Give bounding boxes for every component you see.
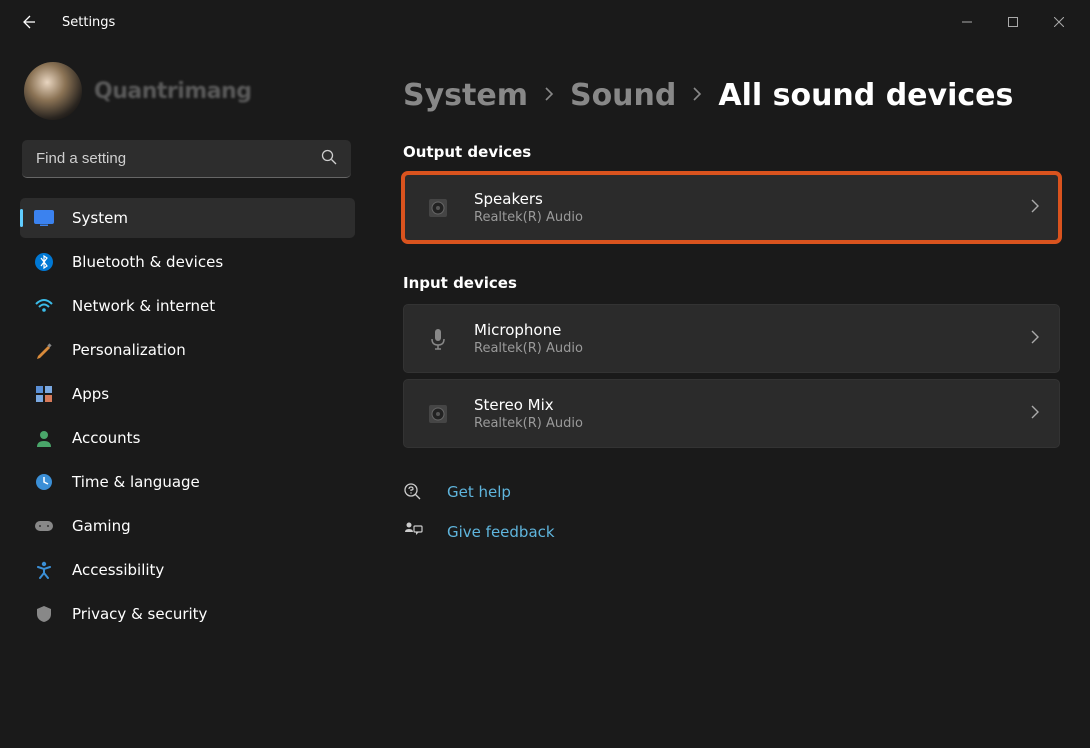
feedback-icon (403, 520, 423, 544)
sidebar-item-privacy[interactable]: Privacy & security (20, 594, 355, 634)
search-icon (321, 149, 337, 169)
sidebar-item-label: Time & language (72, 473, 200, 491)
sidebar-item-label: Network & internet (72, 297, 215, 315)
sidebar-item-bluetooth[interactable]: Bluetooth & devices (20, 242, 355, 282)
accessibility-icon (34, 560, 54, 580)
sidebar-item-label: Privacy & security (72, 605, 207, 623)
privacy-icon (34, 604, 54, 624)
speaker-icon (424, 194, 452, 222)
watermark-text: Quantrimang (94, 79, 251, 104)
breadcrumb: System Sound All sound devices (403, 78, 1060, 113)
chevron-right-icon (544, 86, 554, 106)
device-text: Speakers Realtek(R) Audio (474, 190, 1009, 225)
sidebar-item-apps[interactable]: Apps (20, 374, 355, 414)
device-name: Speakers (474, 190, 1009, 208)
breadcrumb-system[interactable]: System (403, 78, 528, 113)
search-input[interactable] (22, 140, 351, 178)
sidebar-item-label: Bluetooth & devices (72, 253, 223, 271)
help-links: Get help Give feedback (403, 480, 1060, 544)
close-button[interactable] (1036, 6, 1082, 38)
give-feedback-label: Give feedback (447, 523, 555, 541)
sidebar-item-gaming[interactable]: Gaming (20, 506, 355, 546)
back-button[interactable] (8, 2, 48, 42)
system-icon (34, 208, 54, 228)
avatar (24, 62, 82, 120)
personalization-icon (34, 340, 54, 360)
network-icon (34, 296, 54, 316)
input-section-title: Input devices (403, 274, 1060, 292)
gaming-icon (34, 516, 54, 536)
chevron-right-icon (1031, 329, 1039, 348)
sidebar-item-network[interactable]: Network & internet (20, 286, 355, 326)
output-devices-section: Output devices Speakers Realtek(R) Audio (403, 143, 1060, 242)
sidebar-item-accounts[interactable]: Accounts (20, 418, 355, 458)
main-content: System Sound All sound devices Output de… (365, 44, 1090, 748)
maximize-button[interactable] (990, 6, 1036, 38)
device-speakers[interactable]: Speakers Realtek(R) Audio (403, 173, 1060, 242)
sidebar-item-label: Accounts (72, 429, 140, 447)
sidebar-nav: System Bluetooth & devices Network & int… (20, 198, 355, 634)
sidebar-item-personalization[interactable]: Personalization (20, 330, 355, 370)
sidebar-item-label: System (72, 209, 128, 227)
window-controls (944, 6, 1082, 38)
apps-icon (34, 384, 54, 404)
give-feedback-link[interactable]: Give feedback (403, 520, 1060, 544)
breadcrumb-current: All sound devices (718, 78, 1013, 113)
device-stereo-mix[interactable]: Stereo Mix Realtek(R) Audio (403, 379, 1060, 448)
sidebar: Quantrimang System Bluetooth & devices N… (0, 44, 365, 748)
sidebar-item-label: Personalization (72, 341, 186, 359)
sidebar-item-time-language[interactable]: Time & language (20, 462, 355, 502)
profile-text: Quantrimang (94, 79, 251, 104)
device-microphone[interactable]: Microphone Realtek(R) Audio (403, 304, 1060, 373)
input-devices-section: Input devices Microphone Realtek(R) Audi… (403, 274, 1060, 448)
device-text: Microphone Realtek(R) Audio (474, 321, 1009, 356)
minimize-button[interactable] (944, 6, 990, 38)
sidebar-item-label: Gaming (72, 517, 131, 535)
back-arrow-icon (20, 14, 36, 30)
search-container (22, 140, 351, 178)
accounts-icon (34, 428, 54, 448)
speaker-icon (424, 400, 452, 428)
chevron-right-icon (692, 86, 702, 106)
sidebar-item-label: Apps (72, 385, 109, 403)
chevron-right-icon (1031, 404, 1039, 423)
help-icon (403, 480, 423, 504)
device-driver: Realtek(R) Audio (474, 341, 1009, 356)
get-help-label: Get help (447, 483, 511, 501)
time-language-icon (34, 472, 54, 492)
profile-section[interactable]: Quantrimang (20, 56, 355, 140)
get-help-link[interactable]: Get help (403, 480, 1060, 504)
output-section-title: Output devices (403, 143, 1060, 161)
chevron-right-icon (1031, 198, 1039, 217)
sidebar-item-label: Accessibility (72, 561, 164, 579)
device-name: Stereo Mix (474, 396, 1009, 414)
device-name: Microphone (474, 321, 1009, 339)
device-driver: Realtek(R) Audio (474, 416, 1009, 431)
device-text: Stereo Mix Realtek(R) Audio (474, 396, 1009, 431)
breadcrumb-sound[interactable]: Sound (570, 78, 676, 113)
sidebar-item-accessibility[interactable]: Accessibility (20, 550, 355, 590)
device-driver: Realtek(R) Audio (474, 210, 1009, 225)
titlebar: Settings (0, 0, 1090, 44)
app-title: Settings (62, 15, 115, 30)
sidebar-item-system[interactable]: System (20, 198, 355, 238)
microphone-icon (424, 325, 452, 353)
bluetooth-icon (34, 252, 54, 272)
